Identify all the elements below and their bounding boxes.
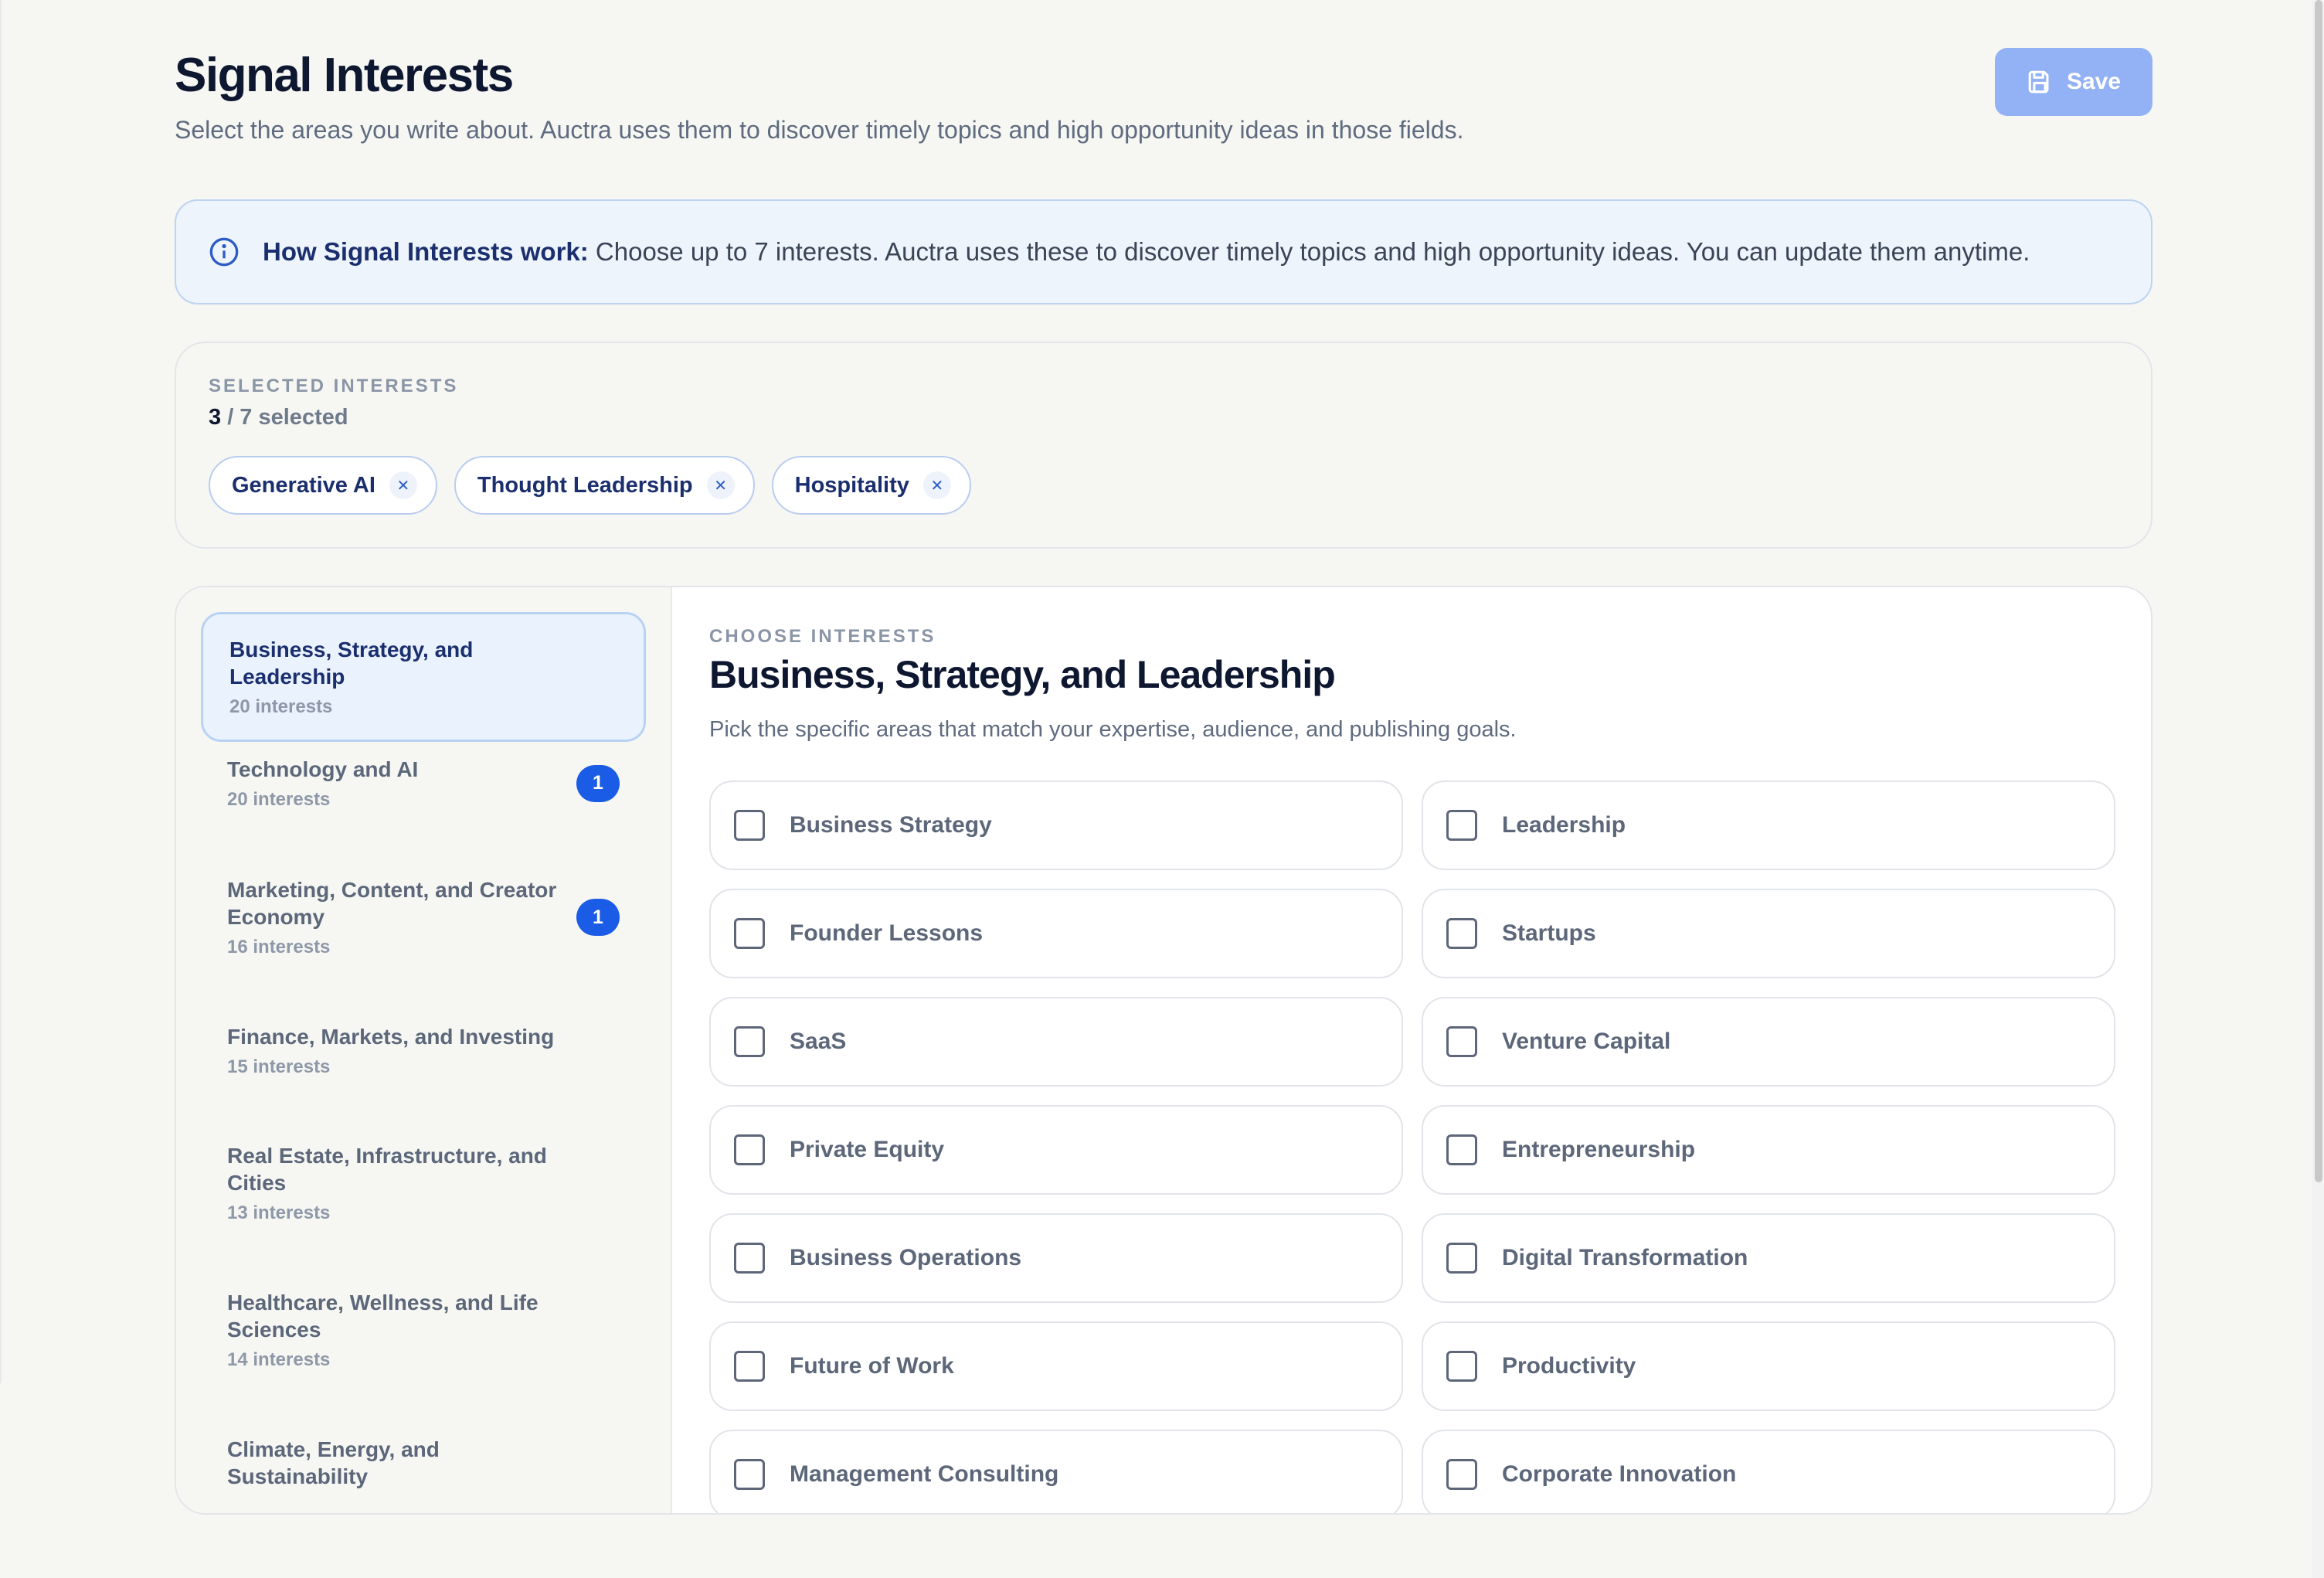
option-label: Business Operations <box>790 1245 1022 1270</box>
category-count: 16 interests <box>227 937 331 957</box>
interest-option[interactable]: Future of Work <box>709 1321 1403 1411</box>
sidebar-item-real-estate[interactable]: Real Estate, Infrastructure, and Cities … <box>201 1121 646 1246</box>
sidebar-item-healthcare[interactable]: Healthcare, Wellness, and Life Sciences … <box>201 1267 646 1393</box>
page-title: Signal Interests <box>175 49 514 102</box>
category-count: 15 interests <box>227 1056 331 1077</box>
checkbox-icon[interactable] <box>1446 1243 1477 1274</box>
selected-chips: Generative AI ✕ Thought Leadership ✕ Hos… <box>209 456 971 515</box>
checkbox-icon[interactable] <box>734 1459 765 1490</box>
category-name: Healthcare, Wellness, and Life Sciences <box>227 1291 539 1342</box>
category-sidebar: Business, Strategy, and Leadership 20 in… <box>176 587 672 1513</box>
category-description: Pick the specific areas that match your … <box>709 717 1517 742</box>
page-header: Signal Interests Select the areas you wr… <box>175 43 2152 159</box>
interest-option[interactable]: Leadership <box>1422 780 2115 870</box>
category-count: 13 interests <box>227 1202 331 1223</box>
chip-label: Thought Leadership <box>477 472 693 498</box>
save-icon <box>2028 70 2049 94</box>
window-edge <box>0 0 2 1383</box>
chip-label: Generative AI <box>232 472 375 498</box>
checkbox-icon[interactable] <box>1446 1026 1477 1057</box>
option-label: Management Consulting <box>790 1461 1059 1487</box>
checkbox-icon[interactable] <box>1446 1459 1477 1490</box>
category-count: 20 interests <box>229 696 333 717</box>
checkbox-icon[interactable] <box>734 918 765 949</box>
selected-interests-card: SELECTED INTERESTS 3 / 7 selected Genera… <box>175 342 2152 549</box>
category-count: 14 interests <box>227 1349 331 1370</box>
selected-count-number: 3 <box>209 405 222 430</box>
sidebar-item-finance[interactable]: Finance, Markets, and Investing 15 inter… <box>201 1002 646 1100</box>
close-icon[interactable]: ✕ <box>389 471 417 499</box>
category-name: Climate, Energy, and Sustainability <box>227 1437 440 1488</box>
category-name: Finance, Markets, and Investing <box>227 1025 555 1049</box>
category-title: Business, Strategy, and Leadership <box>709 653 1336 696</box>
interest-option[interactable]: Entrepreneurship <box>1422 1105 2115 1195</box>
checkbox-icon[interactable] <box>734 1351 765 1382</box>
interest-option[interactable]: Productivity <box>1422 1321 2115 1411</box>
category-count: 20 interests <box>227 789 331 810</box>
interest-option[interactable]: Business Operations <box>709 1213 1403 1303</box>
interest-chip[interactable]: Generative AI ✕ <box>209 456 437 515</box>
interest-option[interactable]: Digital Transformation <box>1422 1213 2115 1303</box>
checkbox-icon[interactable] <box>734 1243 765 1274</box>
interest-option[interactable]: SaaS <box>709 997 1403 1087</box>
sidebar-item-business[interactable]: Business, Strategy, and Leadership 20 in… <box>201 612 646 742</box>
sidebar-item-technology[interactable]: Technology and AI 20 interests 1 <box>201 734 646 832</box>
category-name: Technology and AI <box>227 757 419 781</box>
selected-count-total: / 7 selected <box>221 405 348 430</box>
option-label: SaaS <box>790 1029 847 1054</box>
interest-option[interactable]: Venture Capital <box>1422 997 2115 1087</box>
option-label: Venture Capital <box>1502 1029 1671 1054</box>
category-name: Marketing, Content, and Creator Economy <box>227 878 557 929</box>
info-banner: How Signal Interests work: Choose up to … <box>175 199 2152 304</box>
page-scrollbar[interactable] <box>2312 0 2324 1578</box>
category-name: Real Estate, Infrastructure, and Cities <box>227 1144 547 1195</box>
option-label: Startups <box>1502 920 1596 946</box>
interest-option[interactable]: Management Consulting <box>709 1430 1403 1513</box>
option-label: Entrepreneurship <box>1502 1137 1696 1162</box>
interest-option[interactable]: Business Strategy <box>709 780 1403 870</box>
page-subtitle: Select the areas you write about. Auctra… <box>175 116 1464 144</box>
option-label: Productivity <box>1502 1353 1636 1379</box>
save-button[interactable]: Save <box>1995 48 2152 116</box>
checkbox-icon[interactable] <box>1446 810 1477 841</box>
interest-chip[interactable]: Hospitality ✕ <box>771 456 971 515</box>
checkbox-icon[interactable] <box>734 1134 765 1165</box>
save-button-label: Save <box>2066 69 2122 94</box>
interest-option[interactable]: Startups <box>1422 889 2115 978</box>
choose-interests-label: CHOOSE INTERESTS <box>709 626 936 647</box>
selected-interests-label: SELECTED INTERESTS <box>209 376 459 396</box>
option-label: Corporate Innovation <box>1502 1461 1737 1487</box>
interest-option[interactable]: Corporate Innovation <box>1422 1430 2115 1513</box>
close-icon[interactable]: ✕ <box>706 471 735 499</box>
category-name: Business, Strategy, and Leadership <box>229 638 474 689</box>
checkbox-icon[interactable] <box>1446 1351 1477 1382</box>
interest-chip[interactable]: Thought Leadership ✕ <box>454 456 755 515</box>
chip-label: Hospitality <box>794 472 909 498</box>
scrollbar-thumb[interactable] <box>2315 0 2322 1182</box>
sidebar-item-climate[interactable]: Climate, Energy, and Sustainability <box>201 1414 646 1512</box>
option-label: Business Strategy <box>790 812 992 838</box>
interest-option[interactable]: Founder Lessons <box>709 889 1403 978</box>
interest-option[interactable]: Private Equity <box>709 1105 1403 1195</box>
option-label: Private Equity <box>790 1137 945 1162</box>
option-label: Digital Transformation <box>1502 1245 1748 1270</box>
selected-count: 3 / 7 selected <box>209 405 348 430</box>
sidebar-item-marketing[interactable]: Marketing, Content, and Creator Economy … <box>201 855 646 980</box>
interests-panel: Business, Strategy, and Leadership 20 in… <box>175 586 2152 1515</box>
checkbox-icon[interactable] <box>1446 918 1477 949</box>
option-label: Future of Work <box>790 1353 954 1379</box>
info-text: How Signal Interests work: Choose up to … <box>263 237 2030 267</box>
checkbox-icon[interactable] <box>734 810 765 841</box>
option-label: Founder Lessons <box>790 920 984 946</box>
category-badge: 1 <box>576 764 620 802</box>
checkbox-icon[interactable] <box>734 1026 765 1057</box>
option-label: Leadership <box>1502 812 1626 838</box>
info-body: Choose up to 7 interests. Auctra uses th… <box>588 237 2030 266</box>
info-icon <box>209 237 239 267</box>
checkbox-icon[interactable] <box>1446 1134 1477 1165</box>
close-icon[interactable]: ✕ <box>922 471 951 499</box>
info-bold: How Signal Interests work: <box>263 237 589 266</box>
category-badge: 1 <box>576 899 620 936</box>
